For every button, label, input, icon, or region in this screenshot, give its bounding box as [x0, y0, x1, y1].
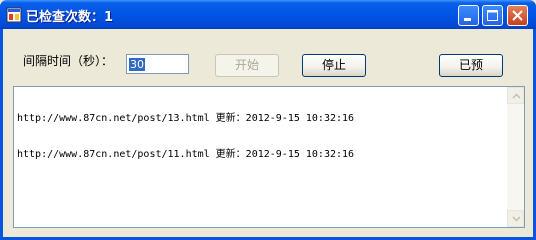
log-textarea[interactable]: http://www.87cn.net/post/13.html 更新：2012…: [13, 86, 525, 228]
interval-label: 间隔时间（秒）：: [23, 54, 114, 68]
app-window: 已检查次数：1 间隔时间（秒）： 30 开始 停止 已预 http://www.…: [0, 0, 536, 240]
interval-input[interactable]: 30: [126, 54, 189, 74]
vertical-scrollbar[interactable]: [507, 87, 524, 227]
interval-value: 30: [129, 58, 145, 71]
minimize-button[interactable]: [458, 5, 479, 26]
close-button[interactable]: [507, 5, 528, 26]
title-bar[interactable]: 已检查次数：1: [0, 0, 536, 29]
minimize-icon: [464, 18, 471, 21]
chevron-down-icon: [512, 216, 521, 222]
scroll-down-button[interactable]: [507, 210, 524, 227]
stop-button[interactable]: 停止: [302, 54, 366, 77]
maximize-button[interactable]: [482, 5, 503, 26]
close-icon: [512, 10, 523, 21]
done-button[interactable]: 已预: [439, 54, 503, 77]
log-line: http://www.87cn.net/post/13.html 更新：2012…: [17, 113, 355, 124]
maximize-icon: [487, 10, 498, 21]
log-line: http://www.87cn.net/post/11.html 更新：2012…: [17, 149, 355, 160]
chevron-up-icon: [512, 93, 521, 99]
start-button[interactable]: 开始: [215, 54, 279, 77]
scroll-up-button[interactable]: [507, 87, 524, 104]
log-lines: http://www.87cn.net/post/13.html 更新：2012…: [17, 89, 354, 185]
app-icon: [6, 7, 22, 23]
window-title: 已检查次数：1: [26, 10, 114, 25]
